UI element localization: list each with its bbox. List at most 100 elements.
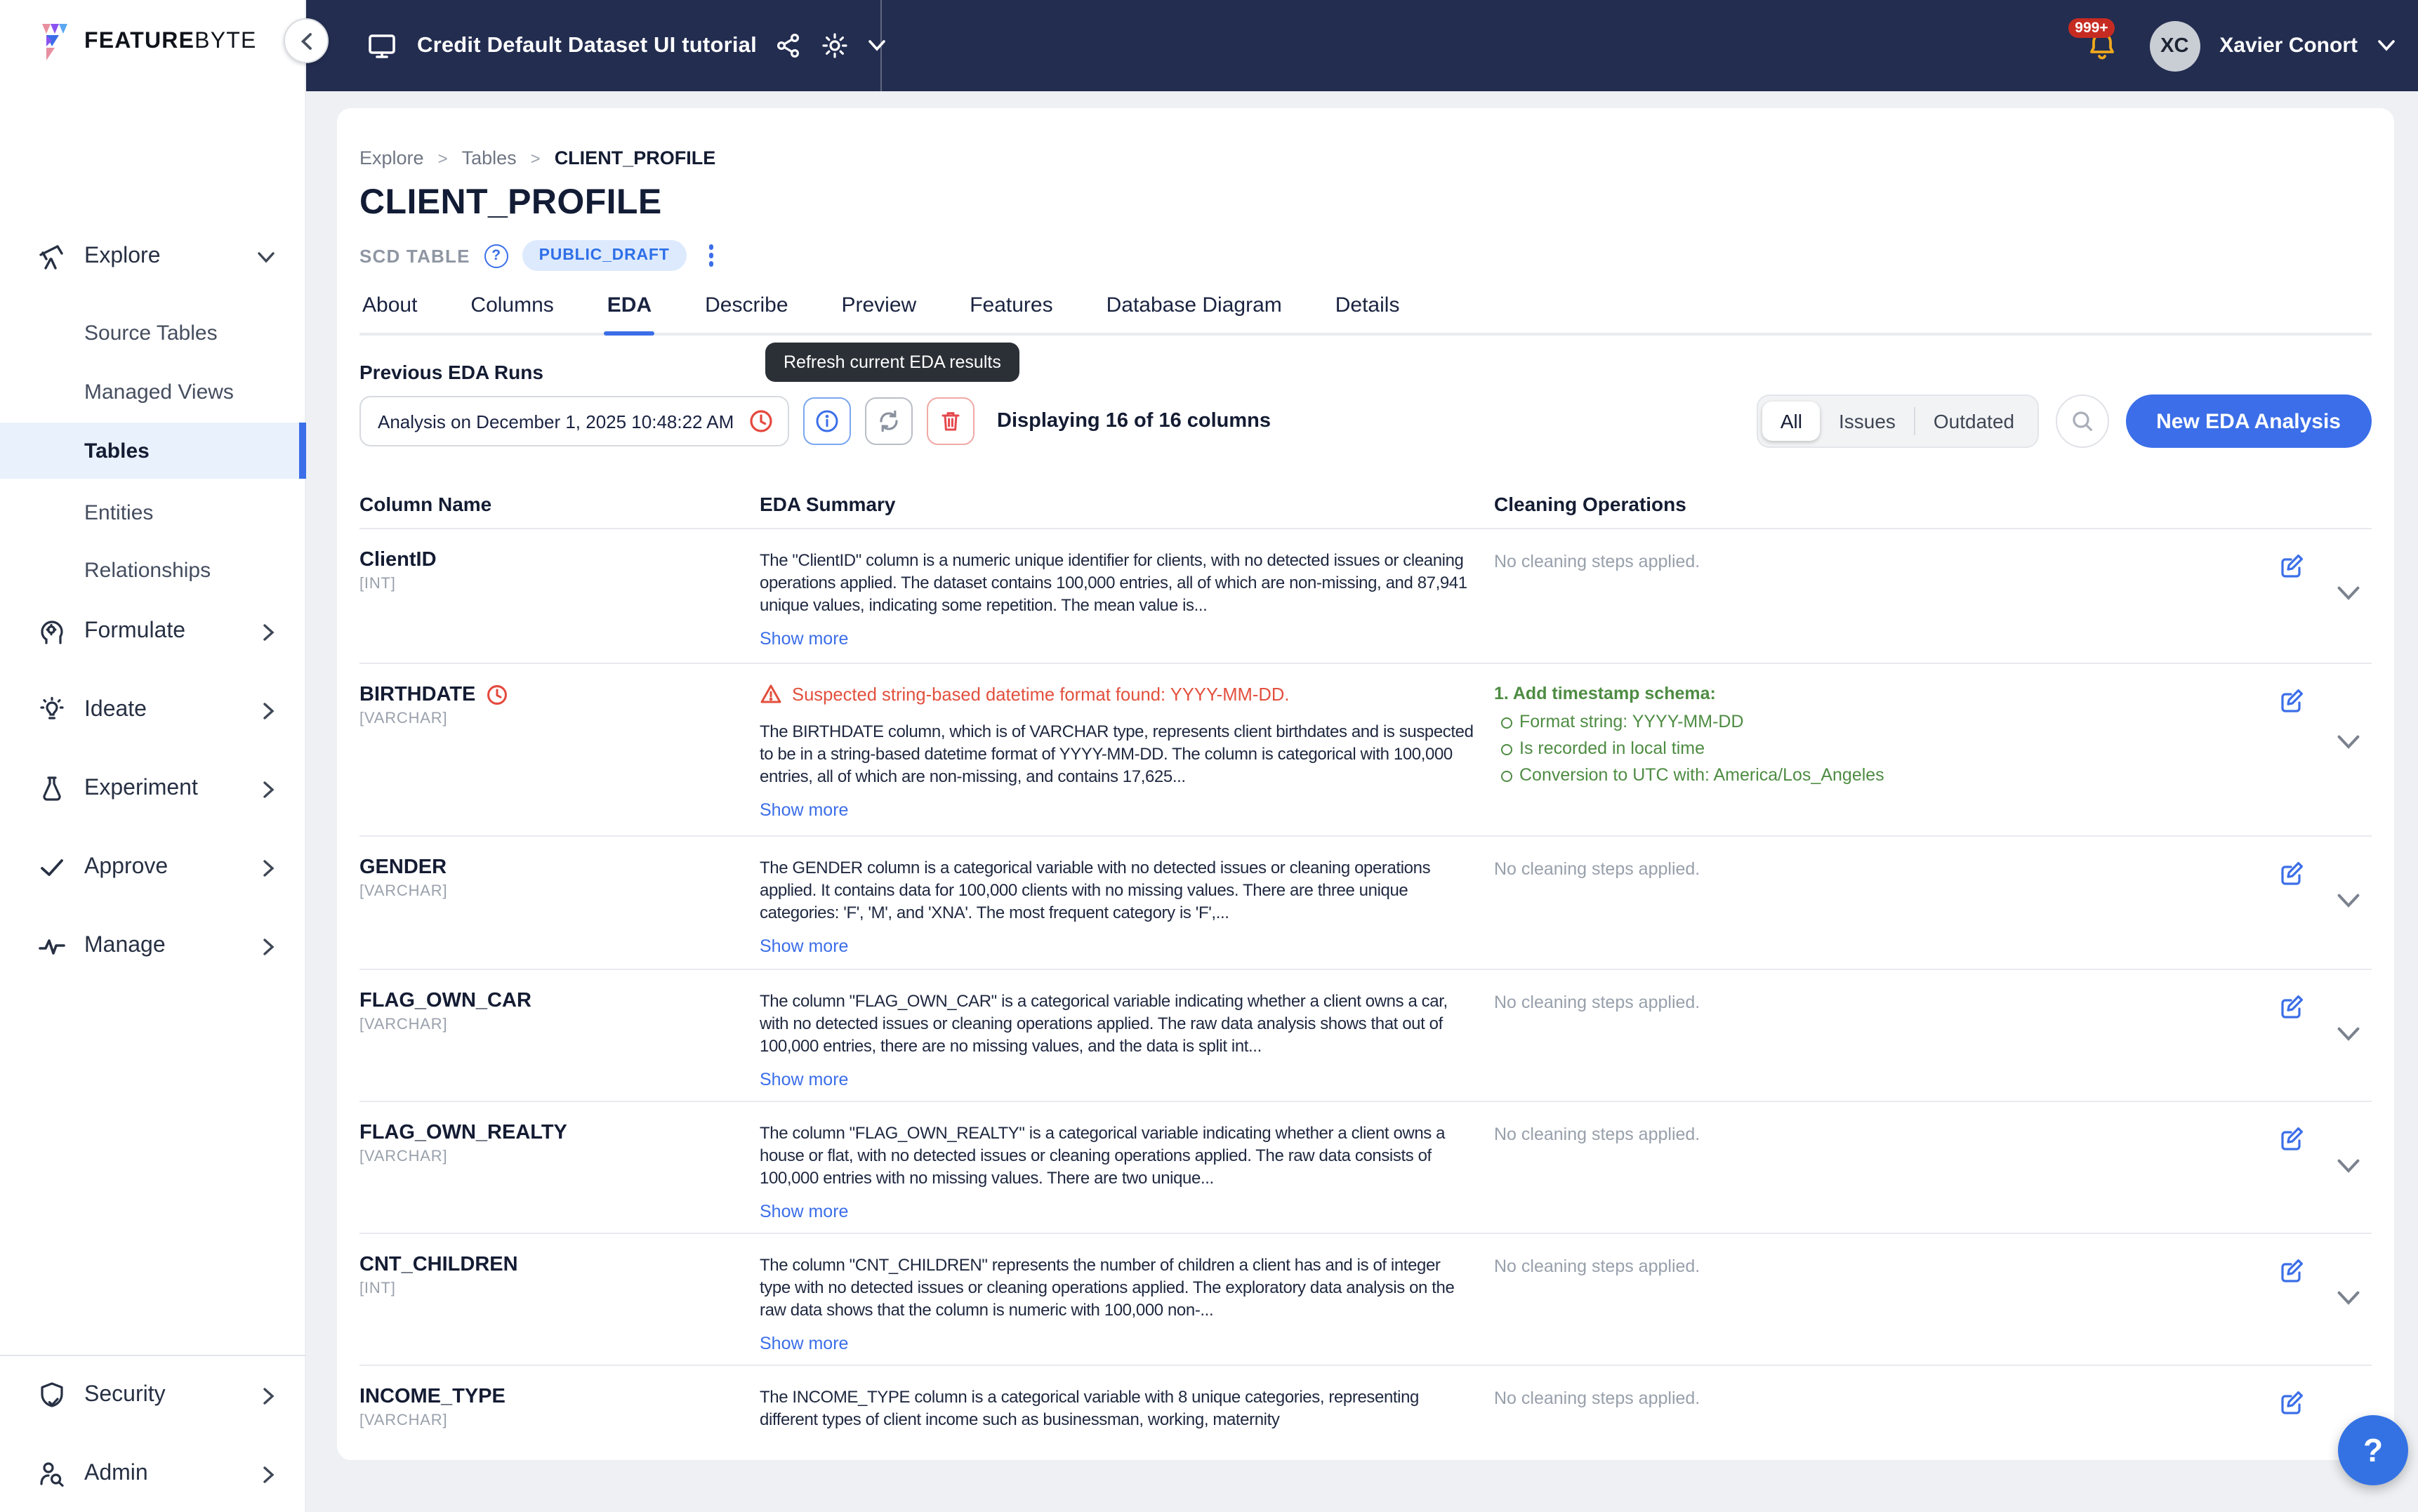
sidebar-item-admin[interactable]: Admin — [0, 1453, 306, 1495]
sidebar-item-approve[interactable]: Approve — [0, 847, 306, 889]
column-name: ClientID — [359, 549, 760, 571]
sidebar-item-manage[interactable]: Manage — [0, 925, 306, 967]
tab-columns[interactable]: Columns — [468, 293, 556, 333]
sidebar-item-security[interactable]: Security — [0, 1374, 306, 1417]
chevron-down-icon[interactable] — [2337, 1290, 2360, 1306]
app-root: FEATUREBYTE Explore Source Tables Manage… — [0, 0, 2418, 1512]
refresh-button[interactable] — [865, 397, 913, 445]
column-type: [INT] — [359, 1280, 760, 1297]
column-type: [INT] — [359, 576, 760, 592]
clock-icon — [748, 409, 774, 434]
chevron-right-icon — [263, 937, 275, 955]
filter-outdated[interactable]: Outdated — [1915, 402, 2033, 441]
chevron-down-icon[interactable] — [2337, 585, 2360, 601]
featurebyte-logo-icon — [37, 22, 73, 62]
brand-name: FEATUREBYTE — [84, 29, 257, 55]
gear-icon[interactable] — [820, 31, 850, 60]
show-more-link[interactable]: Show more — [760, 1202, 848, 1221]
sidebar-item-relationships[interactable]: Relationships — [0, 549, 306, 591]
chevron-right-icon — [263, 1465, 275, 1483]
tab-about[interactable]: About — [359, 293, 420, 333]
table-row-clientid: ClientID [INT] The "ClientID" column is … — [359, 529, 2372, 664]
telescope-icon — [37, 241, 67, 272]
breadcrumb-explore[interactable]: Explore — [359, 147, 424, 168]
info-button[interactable] — [803, 397, 851, 445]
col-header-column-name: Column Name — [359, 493, 760, 515]
tab-eda[interactable]: EDA — [604, 293, 654, 333]
cleaning-step-title: 1. Add timestamp schema: — [1494, 684, 2269, 703]
brand-logo[interactable]: FEATUREBYTE — [37, 22, 257, 62]
eda-summary-text: The column "CNT_CHILDREN" represents the… — [760, 1254, 1474, 1321]
new-eda-analysis-button[interactable]: New EDA Analysis — [2125, 394, 2372, 448]
sidebar-item-entities[interactable]: Entities — [0, 491, 306, 533]
chevron-down-icon[interactable] — [2337, 734, 2360, 750]
tab-preview[interactable]: Preview — [839, 293, 920, 333]
tab-describe[interactable]: Describe — [702, 293, 791, 333]
show-more-link[interactable]: Show more — [760, 629, 848, 649]
sidebar-collapse-button[interactable] — [284, 18, 329, 63]
filter-issues[interactable]: Issues — [1821, 402, 1914, 441]
notifications-bell-icon[interactable]: 999+ — [2085, 27, 2118, 64]
kebab-menu-icon[interactable] — [701, 242, 722, 270]
shield-check-icon — [37, 1380, 67, 1411]
show-more-link[interactable]: Show more — [760, 1334, 848, 1353]
chevron-down-icon[interactable] — [2337, 893, 2360, 908]
edit-icon[interactable] — [2278, 1388, 2306, 1417]
monitor-icon — [365, 29, 399, 62]
edit-icon[interactable] — [2278, 859, 2306, 887]
col-header-cleaning-operations: Cleaning Operations — [1494, 493, 2269, 515]
chevron-down-icon[interactable] — [2337, 1026, 2360, 1042]
sidebar-divider — [0, 1355, 306, 1356]
sidebar-item-formulate[interactable]: Formulate — [0, 611, 306, 653]
eda-summary-text: The INCOME_TYPE column is a categorical … — [760, 1386, 1474, 1431]
chevron-down-icon[interactable] — [2377, 39, 2396, 52]
sidebar-item-source-tables[interactable]: Source Tables — [0, 312, 306, 354]
search-button[interactable] — [2055, 394, 2108, 448]
table-detail-card: Explore > Tables > CLIENT_PROFILE CLIENT… — [337, 108, 2394, 1460]
tab-features[interactable]: Features — [967, 293, 1055, 333]
edit-icon[interactable] — [2278, 552, 2306, 580]
no-cleaning-text: No cleaning steps applied. — [1494, 993, 1700, 1012]
help-button[interactable]: ? — [2338, 1415, 2408, 1485]
sidebar-item-explore[interactable]: Explore — [0, 236, 306, 278]
eda-run-selector[interactable]: Analysis on December 1, 2025 10:48:22 AM — [359, 396, 789, 446]
sidebar-item-tables[interactable]: Tables — [0, 423, 306, 479]
user-search-icon — [37, 1459, 67, 1490]
warning-triangle-icon — [760, 684, 782, 705]
edit-icon[interactable] — [2278, 1256, 2306, 1285]
chevron-down-icon[interactable] — [2337, 1158, 2360, 1174]
filter-all[interactable]: All — [1762, 402, 1821, 441]
help-icon[interactable]: ? — [484, 244, 508, 267]
tab-details[interactable]: Details — [1333, 293, 1403, 333]
no-cleaning-text: No cleaning steps applied. — [1494, 552, 1700, 571]
sidebar-item-label: Explore — [84, 244, 161, 270]
sidebar-item-experiment[interactable]: Experiment — [0, 768, 306, 810]
avatar[interactable]: XC — [2149, 20, 2200, 71]
no-cleaning-text: No cleaning steps applied. — [1494, 1388, 1700, 1408]
share-icon[interactable] — [775, 32, 802, 59]
column-type: [VARCHAR] — [359, 1412, 760, 1429]
displaying-count-text: Displaying 16 of 16 columns — [997, 410, 1271, 432]
eda-summary-text: The "ClientID" column is a numeric uniqu… — [760, 549, 1474, 616]
chevron-down-icon[interactable] — [868, 39, 886, 52]
column-type: [VARCHAR] — [359, 883, 760, 900]
eda-controls-row: Analysis on December 1, 2025 10:48:22 AM — [359, 394, 2372, 448]
trash-icon — [938, 409, 963, 434]
table-row-income-type: INCOME_TYPE [VARCHAR] The INCOME_TYPE co… — [359, 1366, 2372, 1460]
edit-icon[interactable] — [2278, 687, 2306, 715]
breadcrumb-tables[interactable]: Tables — [462, 147, 517, 168]
table-type-label: SCD TABLE — [359, 245, 470, 266]
edit-icon[interactable] — [2278, 993, 2306, 1021]
sidebar-item-ideate[interactable]: Ideate — [0, 689, 306, 731]
tab-database-diagram[interactable]: Database Diagram — [1104, 293, 1285, 333]
show-more-link[interactable]: Show more — [760, 1070, 848, 1089]
show-more-link[interactable]: Show more — [760, 936, 848, 956]
delete-button[interactable] — [927, 397, 975, 445]
edit-icon[interactable] — [2278, 1125, 2306, 1153]
sidebar-item-managed-views[interactable]: Managed Views — [0, 371, 306, 413]
tooltip: Refresh current EDA results — [765, 343, 1019, 382]
previous-eda-runs-label: Previous EDA Runs — [359, 361, 2372, 383]
column-name: FLAG_OWN_CAR — [359, 990, 760, 1012]
column-name: FLAG_OWN_REALTY — [359, 1122, 760, 1144]
show-more-link[interactable]: Show more — [760, 800, 848, 820]
